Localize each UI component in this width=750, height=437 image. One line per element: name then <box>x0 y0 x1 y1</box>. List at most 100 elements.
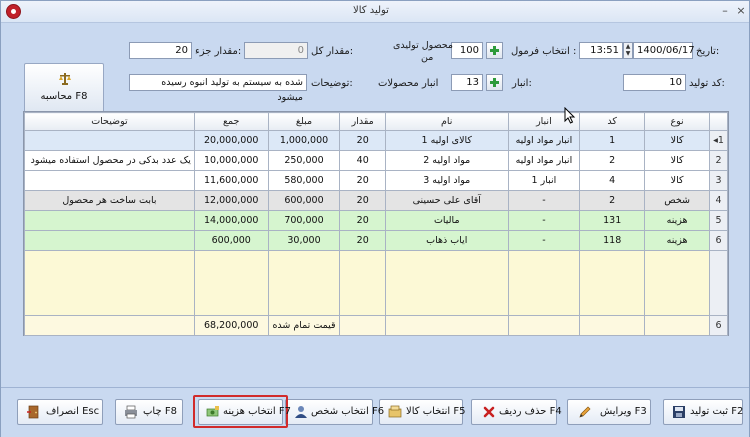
select-person-button[interactable]: انتخاب شخص F6 <box>285 399 384 425</box>
empty-cell[interactable] <box>267 250 341 316</box>
col-header-name[interactable]: نام <box>384 112 509 131</box>
cell-warehouse[interactable]: انبار مواد اولیه <box>507 130 581 151</box>
calculate-button[interactable]: محاسبه F8 <box>24 63 104 113</box>
part-qty-input[interactable]: 20 <box>129 42 192 59</box>
table-row[interactable]: یک عدد بدکی در محصول استفاده میشود 10,00… <box>24 150 728 171</box>
cell-qty[interactable]: 20 <box>339 130 386 151</box>
select-goods-button[interactable]: انتخاب کالا F5 <box>379 399 465 425</box>
person-icon <box>295 406 307 418</box>
cell-warehouse[interactable]: انبار مواد اولیه <box>507 150 581 171</box>
table-row[interactable]: 14,000,000 700,000 20 مالیات - 131 هزینه… <box>24 210 728 231</box>
table-row[interactable]: 20,000,000 1,000,000 20 کالای اولیه 1 ان… <box>24 130 728 151</box>
cell-description[interactable] <box>24 210 195 231</box>
col-header-qty[interactable]: مقدار <box>339 112 386 131</box>
print-button[interactable]: چاپ F8 <box>115 399 183 425</box>
cell-price[interactable]: 1,000,000 <box>267 130 341 151</box>
empty-cell[interactable] <box>644 250 711 316</box>
cell-type[interactable]: کالا <box>644 150 711 171</box>
cell-qty[interactable]: 20 <box>339 190 386 211</box>
cell-qty[interactable]: 20 <box>339 170 386 191</box>
cell-price[interactable]: 580,000 <box>267 170 341 191</box>
cell-name[interactable]: ایاب ذهاب <box>384 230 509 251</box>
cell-description[interactable]: یک عدد بدکی در محصول استفاده میشود <box>24 150 195 171</box>
add-formula-icon[interactable] <box>486 42 503 59</box>
cell-code[interactable]: 4 <box>579 170 646 191</box>
produced-qty-input[interactable]: 100 <box>451 42 483 59</box>
cell-description[interactable] <box>24 170 195 191</box>
cell-type[interactable]: شخص <box>644 190 711 211</box>
cell-type[interactable]: کالا <box>644 130 711 151</box>
cell-warehouse[interactable]: - <box>507 190 581 211</box>
cell-qty[interactable]: 20 <box>339 230 386 251</box>
cell-code[interactable]: 118 <box>579 230 646 251</box>
production-code-input[interactable]: 10 <box>623 74 686 91</box>
delete-row-button[interactable]: حذف ردیف F4 <box>471 399 562 425</box>
table-row[interactable]: 600,000 30,000 20 ایاب ذهاب - 118 هزینه … <box>24 230 728 251</box>
cell-description[interactable] <box>24 230 195 251</box>
description-label: توضیحات: <box>311 78 353 89</box>
cell-description[interactable] <box>24 130 195 151</box>
cancel-button[interactable]: انصراف Esc <box>17 399 103 425</box>
empty-cell[interactable] <box>507 250 581 316</box>
empty-cell[interactable] <box>579 250 646 316</box>
cell-price[interactable]: 700,000 <box>267 210 341 231</box>
row-indicator[interactable]: ◂1 <box>709 130 728 151</box>
time-spinner[interactable]: ▲ ▼ <box>623 42 633 59</box>
cell-type[interactable]: هزینه <box>644 230 711 251</box>
cell-price[interactable]: 600,000 <box>267 190 341 211</box>
select-cost-button[interactable]: انتخاب هزینه F7 <box>198 399 291 425</box>
minimize-button[interactable]: – <box>719 5 731 17</box>
warehouse-input[interactable]: 13 <box>451 74 483 91</box>
cell-qty[interactable]: 20 <box>339 210 386 231</box>
row-number[interactable]: 6 <box>709 230 728 251</box>
row-number[interactable]: 5 <box>709 210 728 231</box>
cell-name[interactable]: مواد اولیه 3 <box>384 170 509 191</box>
row-number[interactable]: 3 <box>709 170 728 191</box>
empty-row[interactable] <box>24 250 728 316</box>
cell-type[interactable]: کالا <box>644 170 711 191</box>
col-header-total[interactable]: جمع <box>193 112 269 131</box>
cell-warehouse[interactable]: - <box>507 230 581 251</box>
cell-total[interactable]: 14,000,000 <box>193 210 269 231</box>
cell-code[interactable]: 1 <box>579 130 646 151</box>
cell-code[interactable]: 2 <box>579 150 646 171</box>
table-row[interactable]: بابت ساخت هر محصول 12,000,000 600,000 20… <box>24 190 728 211</box>
table-row[interactable]: 11,600,000 580,000 20 مواد اولیه 3 انبار… <box>24 170 728 191</box>
cell-name[interactable]: مواد اولیه 2 <box>384 150 509 171</box>
description-input[interactable]: شده به سیستم به تولید انبوه رسیده میشود <box>129 74 307 103</box>
cell-price[interactable]: 250,000 <box>267 150 341 171</box>
col-header-type[interactable]: نوع <box>644 112 711 131</box>
cell-total[interactable]: 12,000,000 <box>193 190 269 211</box>
row-number[interactable]: 4 <box>709 190 728 211</box>
cell-type[interactable]: هزینه <box>644 210 711 231</box>
col-header-price[interactable]: مبلغ <box>267 112 341 131</box>
cell-total[interactable]: 600,000 <box>193 230 269 251</box>
empty-cell[interactable] <box>339 250 386 316</box>
empty-cell[interactable] <box>24 250 195 316</box>
cell-description[interactable]: بابت ساخت هر محصول <box>24 190 195 211</box>
cell-warehouse[interactable]: - <box>507 210 581 231</box>
add-warehouse-icon[interactable] <box>486 74 503 91</box>
cell-total[interactable]: 20,000,000 <box>193 130 269 151</box>
cell-name[interactable]: کالای اولیه 1 <box>384 130 509 151</box>
cell-qty[interactable]: 40 <box>339 150 386 171</box>
close-button[interactable]: × <box>735 5 747 17</box>
cell-name[interactable]: آقای علی حسینی <box>384 190 509 211</box>
cell-price[interactable]: 30,000 <box>267 230 341 251</box>
date-input[interactable]: 1400/06/17 <box>633 42 695 59</box>
empty-cell[interactable] <box>384 250 509 316</box>
cell-total[interactable]: 11,600,000 <box>193 170 269 191</box>
col-header-description[interactable]: توضیحات <box>24 112 195 131</box>
cell-total[interactable]: 10,000,000 <box>193 150 269 171</box>
row-number[interactable]: 2 <box>709 150 728 171</box>
items-grid[interactable]: توضیحات جمع مبلغ مقدار نام انبار کد نوع … <box>23 111 729 336</box>
cell-code[interactable]: 2 <box>579 190 646 211</box>
time-input[interactable]: 13:51 <box>579 42 623 59</box>
cell-warehouse[interactable]: انبار 1 <box>507 170 581 191</box>
edit-button[interactable]: ویرایش F3 <box>567 399 651 425</box>
cell-code[interactable]: 131 <box>579 210 646 231</box>
empty-cell[interactable] <box>193 250 269 316</box>
save-production-button[interactable]: ثبت تولید F2 <box>663 399 743 425</box>
col-header-code[interactable]: کد <box>579 112 646 131</box>
cell-name[interactable]: مالیات <box>384 210 509 231</box>
